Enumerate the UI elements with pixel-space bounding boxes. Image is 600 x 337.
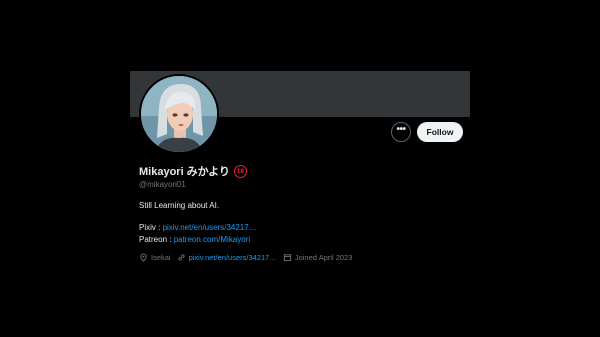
bio-pixiv-line: Pixiv : pixiv.net/en/users/34217… xyxy=(139,223,257,232)
avatar-illustration xyxy=(141,76,217,152)
joined-text: Joined April 2023 xyxy=(294,253,353,262)
patreon-label: Patreon : xyxy=(139,235,174,244)
user-handle: @mikayori01 xyxy=(139,180,186,189)
calendar-icon xyxy=(283,254,291,262)
location-text: Isekai xyxy=(151,253,171,262)
age-restriction-badge: 18 xyxy=(233,164,247,178)
profile-meta: Isekai pixiv.net/en/users/34217… Joined … xyxy=(139,253,358,262)
avatar[interactable] xyxy=(139,74,219,154)
profile-page: ••• Follow Mikayori みかより 18 @mikayori01 … xyxy=(0,0,600,337)
bio-patreon-line: Patreon : patreon.com/Mikayori xyxy=(139,235,250,244)
joined-item: Joined April 2023 xyxy=(283,253,353,262)
link-icon xyxy=(178,254,185,261)
display-name-row: Mikayori みかより 18 xyxy=(139,163,247,179)
location-pin-icon xyxy=(140,253,147,262)
website-link[interactable]: pixiv.net/en/users/34217… xyxy=(189,253,277,262)
patreon-link[interactable]: patreon.com/Mikayori xyxy=(174,235,250,244)
pixiv-label: Pixiv : xyxy=(139,223,163,232)
location-item: Isekai xyxy=(139,253,171,262)
more-options-button[interactable]: ••• xyxy=(391,122,411,142)
follow-button[interactable]: Follow xyxy=(417,122,463,142)
pixiv-link[interactable]: pixiv.net/en/users/34217… xyxy=(163,223,257,232)
more-dots-icon: ••• xyxy=(396,124,406,135)
bio-text: Still Learning about AI. xyxy=(139,201,220,210)
display-name: Mikayori みかより xyxy=(139,166,230,178)
website-item: pixiv.net/en/users/34217… xyxy=(177,253,277,262)
